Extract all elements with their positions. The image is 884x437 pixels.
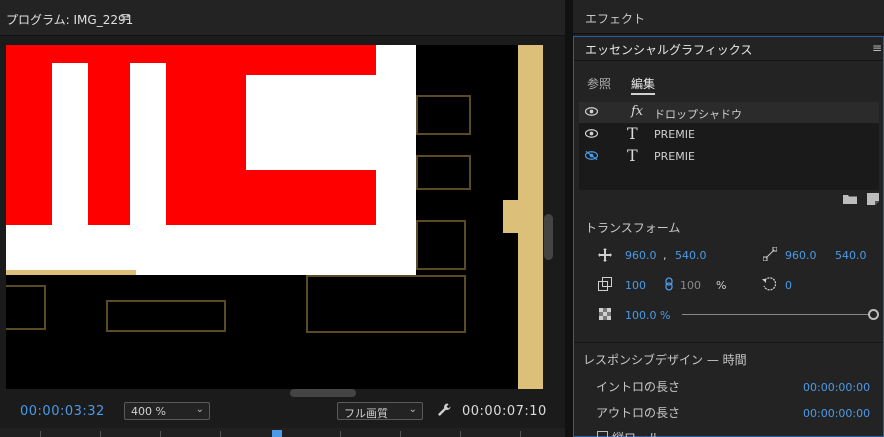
timeline-scrubber[interactable]	[0, 428, 565, 437]
text-layer-icon: T	[627, 146, 638, 165]
panel-menu-icon[interactable]: ≡	[872, 41, 882, 55]
opacity-slider-knob[interactable]	[868, 309, 879, 320]
horizontal-scrollbar[interactable]	[290, 389, 356, 397]
intro-duration-label: イントロの長さ	[596, 380, 681, 394]
opacity-slider-track[interactable]	[682, 314, 868, 315]
rotation-value[interactable]: 0	[785, 279, 792, 292]
outro-duration-value[interactable]: 00:00:00:00	[803, 407, 870, 420]
roll-checkbox[interactable]	[597, 431, 608, 437]
layer-row-text[interactable]: T PREMIE	[579, 124, 879, 145]
eye-icon[interactable]	[585, 107, 598, 116]
panel-menu-icon[interactable]: ≡	[120, 10, 131, 25]
zoom-value: 400 %	[131, 405, 166, 418]
outline-shape	[6, 285, 46, 330]
position-x-value[interactable]: 960.0	[625, 249, 657, 262]
layer-row-text-hidden[interactable]: T PREMIE	[579, 146, 879, 167]
black-backdrop-notch	[503, 200, 523, 233]
tab-edit[interactable]: 編集	[631, 75, 655, 92]
anchor-y-value[interactable]: 540.0	[835, 249, 867, 262]
tab-browse[interactable]: 参照	[587, 75, 611, 92]
opacity-value[interactable]: 100.0 %	[625, 309, 670, 322]
chevron-down-icon: ⌄	[408, 404, 417, 415]
transform-section-title: トランスフォーム	[585, 221, 681, 235]
outline-shape	[106, 300, 226, 332]
intro-duration-value[interactable]: 00:00:00:00	[803, 381, 870, 394]
tab-bar-divider	[574, 60, 883, 61]
title-letter-e-mid	[196, 170, 376, 225]
duration-timecode: 00:00:07:10	[462, 404, 547, 419]
title-letter-stroke	[6, 45, 208, 63]
scrub-tick	[400, 431, 401, 437]
program-monitor: プログラム: IMG_2291 ≡ 00:00:03:32 400 % ⌄ フル…	[0, 0, 565, 437]
panel-divider[interactable]	[565, 0, 573, 437]
scale-width-value: 100	[680, 279, 701, 292]
scrub-tick	[460, 431, 461, 437]
outline-shape	[306, 275, 466, 333]
outline-shape	[416, 220, 466, 270]
opacity-icon	[599, 308, 611, 320]
quality-value: フル画質	[344, 407, 388, 420]
scrub-tick	[40, 431, 41, 437]
scale-value[interactable]: 100	[625, 279, 646, 292]
layer-name: PREMIE	[654, 150, 695, 163]
roll-label: 縦ロール	[612, 429, 660, 437]
scrub-tick	[100, 431, 101, 437]
scale-unit: %	[716, 279, 727, 292]
new-layer-icon[interactable]	[867, 193, 879, 205]
title-white-tail	[136, 245, 416, 275]
position-separator: ,	[663, 249, 667, 262]
layer-row-drop-shadow[interactable]: fx ドロップシャドウ	[579, 102, 879, 123]
scrub-tick	[520, 431, 521, 437]
scale-icon	[598, 277, 612, 291]
link-icon[interactable]	[665, 277, 673, 291]
vertical-scrollbar[interactable]	[544, 214, 553, 260]
effects-panel-title[interactable]: エフェクト	[585, 10, 645, 27]
program-monitor-title[interactable]: プログラム: IMG_2291	[6, 11, 133, 28]
scrub-tick	[160, 431, 161, 437]
playhead[interactable]	[272, 430, 282, 437]
active-tab-indicator	[631, 93, 655, 95]
essential-graphics-panel	[573, 36, 884, 437]
title-letter-e-gap	[251, 81, 411, 165]
anchor-x-value[interactable]: 960.0	[785, 249, 817, 262]
text-layer-icon: T	[627, 124, 638, 143]
section-divider	[574, 342, 883, 343]
folder-icon[interactable]	[843, 194, 857, 204]
fx-icon: fx	[631, 104, 644, 119]
eye-hidden-icon[interactable]	[585, 151, 598, 160]
responsive-design-title: レスポンシブデザイン — 時間	[583, 353, 747, 367]
program-monitor-header: プログラム: IMG_2291 ≡	[0, 0, 565, 36]
premiere-workspace: プログラム: IMG_2291 ≡ 00:00:03:32 400 % ⌄ フル…	[0, 0, 884, 437]
eye-icon[interactable]	[585, 129, 598, 138]
playback-quality-select[interactable]: フル画質 ⌄	[337, 402, 423, 420]
wrench-icon[interactable]	[436, 402, 452, 418]
scrub-tick	[220, 431, 221, 437]
title-letter-stroke	[6, 45, 52, 225]
chevron-down-icon: ⌄	[195, 404, 204, 415]
position-icon	[598, 248, 612, 262]
layer-name: ドロップシャドウ	[654, 108, 742, 121]
title-letter-e-top	[196, 45, 376, 75]
scrub-tick	[340, 431, 341, 437]
title-letter-stroke	[88, 45, 130, 225]
essential-graphics-title[interactable]: エッセンシャルグラフィックス	[585, 41, 752, 58]
rotation-icon	[762, 277, 776, 291]
outline-shape	[416, 95, 471, 135]
outro-duration-label: アウトロの長さ	[596, 406, 681, 420]
anchor-point-icon	[763, 247, 777, 261]
layer-name: PREMIE	[654, 128, 695, 141]
program-canvas[interactable]	[6, 45, 543, 389]
current-timecode[interactable]: 00:00:03:32	[20, 404, 105, 419]
outline-shape	[416, 155, 471, 190]
zoom-select[interactable]: 400 % ⌄	[124, 402, 210, 420]
position-y-value[interactable]: 540.0	[675, 249, 707, 262]
